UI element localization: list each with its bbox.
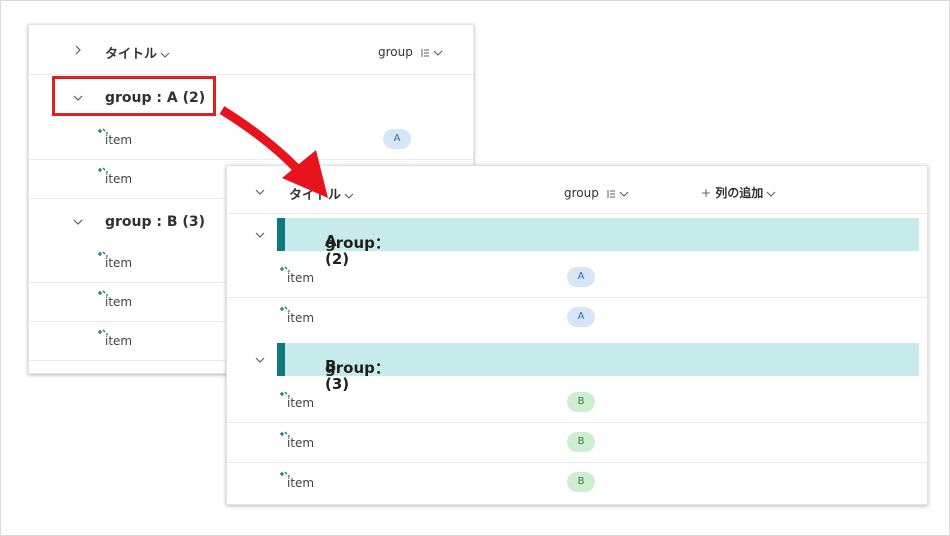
chevron-down-icon[interactable]: [253, 353, 267, 367]
item-title[interactable]: item: [105, 172, 132, 186]
column-header-row: タイトル group: [29, 25, 473, 75]
group-pill: B: [567, 432, 595, 452]
group-pill: B: [567, 392, 595, 412]
add-column-button[interactable]: + 列の追加: [701, 184, 776, 201]
list-view-after: タイトル group + 列の追加 group： A (2) item A it…: [226, 165, 928, 505]
chevron-right-icon[interactable]: [71, 43, 85, 57]
item-title[interactable]: item: [105, 334, 132, 348]
group-header-band[interactable]: group： B (3): [277, 343, 919, 393]
chevron-down-icon: [160, 50, 170, 60]
chevron-down-icon[interactable]: [253, 185, 267, 199]
group-pill: A: [567, 267, 595, 287]
group-label: group : B (3): [105, 214, 205, 230]
grouped-icon: [606, 189, 616, 199]
item-title[interactable]: item: [105, 133, 132, 147]
chevron-down-icon: [619, 189, 629, 199]
item-title[interactable]: item: [287, 436, 314, 450]
list-item[interactable]: item B: [227, 463, 927, 502]
group-header-band[interactable]: group： A (2): [277, 218, 919, 268]
group-pill: B: [567, 472, 595, 492]
list-item[interactable]: item B: [227, 383, 927, 423]
item-title[interactable]: item: [287, 311, 314, 325]
chevron-down-icon[interactable]: [71, 215, 85, 229]
group-pill: A: [567, 307, 595, 327]
list-item[interactable]: item A: [227, 258, 927, 298]
list-item[interactable]: item A: [227, 298, 927, 337]
item-title[interactable]: item: [105, 295, 132, 309]
grouped-icon: [420, 48, 430, 58]
column-header-group[interactable]: group: [564, 186, 629, 200]
item-title[interactable]: item: [287, 476, 314, 490]
chevron-down-icon: [766, 189, 776, 199]
column-header-title[interactable]: タイトル: [105, 43, 170, 62]
item-title[interactable]: item: [105, 256, 132, 270]
column-header-group[interactable]: group: [378, 45, 443, 59]
list-item[interactable]: item B: [227, 423, 927, 463]
item-title[interactable]: item: [287, 271, 314, 285]
chevron-down-icon[interactable]: [253, 228, 267, 242]
item-title[interactable]: item: [287, 396, 314, 410]
column-header-title[interactable]: タイトル: [289, 184, 354, 203]
chevron-down-icon: [344, 191, 354, 201]
highlight-box: [52, 76, 216, 116]
chevron-down-icon: [433, 48, 443, 58]
column-header-row: タイトル group + 列の追加: [227, 166, 927, 214]
plus-icon: +: [701, 186, 712, 200]
group-pill: A: [383, 129, 411, 149]
list-item[interactable]: item A: [29, 121, 473, 160]
